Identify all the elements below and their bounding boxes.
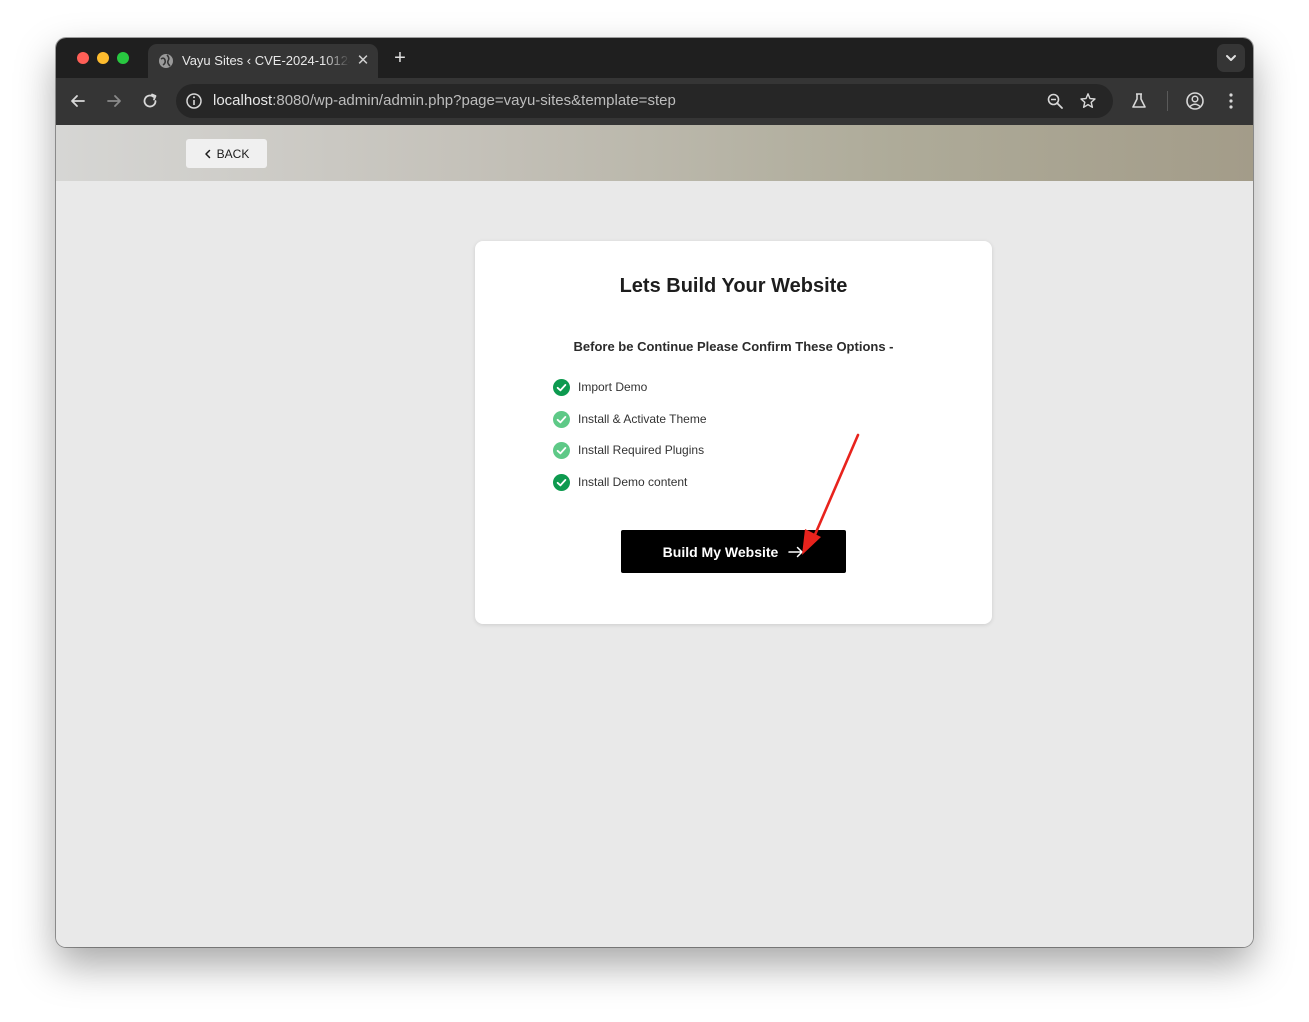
option-label: Install Required Plugins bbox=[578, 443, 705, 457]
page-viewport: BACK Lets Build Your Website Before be C… bbox=[56, 125, 1253, 947]
site-info-icon[interactable] bbox=[185, 92, 203, 110]
check-circle-icon bbox=[553, 379, 570, 396]
option-label: Install & Activate Theme bbox=[578, 411, 707, 426]
annotation-arrow bbox=[802, 433, 860, 555]
card-title: Lets Build Your Website bbox=[619, 275, 848, 297]
chevron-left-icon bbox=[204, 149, 210, 158]
option-label: Import Demo bbox=[578, 380, 648, 394]
browser-menu-icon[interactable] bbox=[1220, 90, 1242, 112]
check-circle-icon bbox=[553, 473, 570, 491]
url-host: localhost bbox=[213, 92, 273, 109]
card-subtitle: Before be Continue Please Confirm These … bbox=[573, 339, 894, 354]
url-text[interactable]: localhost:8080/wp-admin/admin.php?page=v… bbox=[213, 92, 676, 109]
check-circle-icon bbox=[553, 442, 570, 459]
option-label: Install Demo content bbox=[578, 474, 688, 489]
address-bar[interactable]: localhost:8080/wp-admin/admin.php?page=v… bbox=[176, 84, 1113, 118]
header-banner: BACK bbox=[56, 125, 1253, 181]
close-window-button[interactable] bbox=[77, 52, 89, 64]
back-button[interactable]: BACK bbox=[186, 139, 267, 168]
reload-icon[interactable] bbox=[139, 90, 161, 112]
zoom-icon[interactable] bbox=[1046, 92, 1064, 110]
tab-strip: Vayu Sites ‹ CVE-2024-10124 — WordPress … bbox=[56, 38, 1253, 78]
browser-tab[interactable]: Vayu Sites ‹ CVE-2024-10124 — WordPress … bbox=[148, 44, 378, 78]
tab-search-button[interactable] bbox=[1217, 44, 1245, 72]
profile-avatar-icon[interactable] bbox=[1184, 90, 1206, 112]
browser-window: Vayu Sites ‹ CVE-2024-10124 — WordPress … bbox=[56, 38, 1253, 947]
bookmark-star-icon[interactable] bbox=[1079, 92, 1097, 110]
browser-toolbar: localhost:8080/wp-admin/admin.php?page=v… bbox=[56, 78, 1253, 125]
labs-flask-icon[interactable] bbox=[1128, 90, 1150, 112]
maximize-window-button[interactable] bbox=[117, 52, 129, 64]
build-website-card: Lets Build Your Website Before be Contin… bbox=[475, 241, 992, 624]
check-circle-icon bbox=[553, 410, 570, 428]
minimize-window-button[interactable] bbox=[97, 52, 109, 64]
chevron-down-icon bbox=[1226, 55, 1236, 61]
toolbar-divider bbox=[1167, 91, 1168, 111]
back-arrow-icon[interactable] bbox=[67, 90, 89, 112]
tab-title: Vayu Sites ‹ CVE-2024-10124 — WordPress bbox=[182, 53, 350, 68]
build-button-label: Build My Website bbox=[662, 543, 779, 560]
forward-arrow-icon[interactable] bbox=[103, 90, 125, 112]
globe-icon bbox=[159, 54, 173, 68]
new-tab-button[interactable]: + bbox=[390, 48, 410, 68]
close-tab-icon[interactable]: ✕ bbox=[356, 53, 370, 68]
back-button-label: BACK bbox=[216, 146, 250, 161]
url-path: :8080/wp-admin/admin.php?page=vayu-sites… bbox=[272, 92, 676, 109]
